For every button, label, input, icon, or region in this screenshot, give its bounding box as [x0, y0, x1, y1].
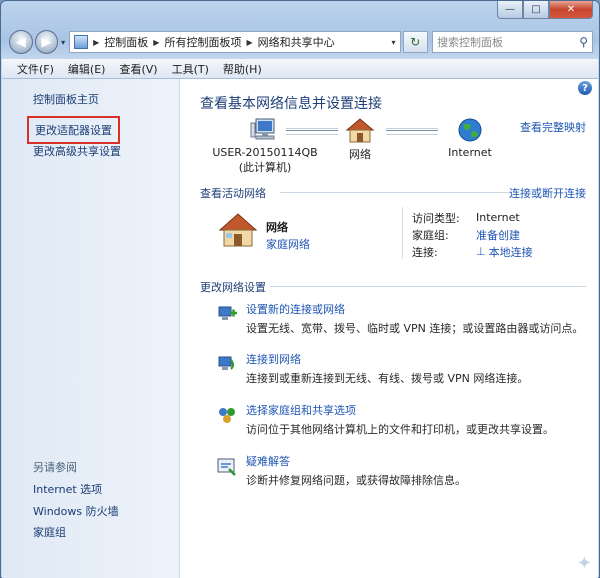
map-connector: [286, 128, 338, 135]
computer-icon: [250, 118, 275, 140]
task-description: 连接到或重新连接到无线、有线、拨号或 VPN 网络连接。: [246, 372, 529, 385]
breadcrumb-separator-icon[interactable]: ▶: [91, 38, 101, 47]
watermark-logo: ✦: [576, 553, 592, 574]
sidebar: 控制面板主页 更改适配器设置 更改高级共享设置 另请参阅 Internet 选项…: [2, 79, 180, 578]
network-properties: 访问类型: Internet 家庭组: 准备创建 连接: ⊥ 本地连接: [412, 209, 533, 260]
navigation-bar: ◀ ▶ ▾ ▶ 控制面板 ▶ 所有控制面板项 ▶ 网络和共享中心 ▾ ↻ 搜索控…: [9, 29, 593, 55]
network-label: 网络: [349, 148, 371, 161]
divider: [280, 192, 512, 193]
search-placeholder: 搜索控制面板: [437, 36, 504, 49]
map-computer[interactable]: USER-20150114QB (此计算机): [200, 117, 330, 175]
title-bar: — □ ✕: [1, 1, 599, 25]
map-internet[interactable]: Internet: [438, 117, 502, 159]
close-button[interactable]: ✕: [549, 1, 593, 19]
task-title[interactable]: 设置新的连接或网络: [246, 301, 345, 317]
change-settings-heading: 更改网络设置: [200, 281, 266, 294]
see-also-heading: 另请参阅: [33, 461, 77, 474]
help-icon[interactable]: ?: [578, 81, 592, 95]
network-type-link[interactable]: 家庭网络: [266, 236, 310, 252]
page-title: 查看基本网络信息并设置连接: [200, 96, 382, 112]
maximize-button[interactable]: □: [523, 1, 549, 19]
menu-edit[interactable]: 编辑(E): [61, 61, 113, 77]
menu-bar: 文件(F) 编辑(E) 查看(V) 工具(T) 帮助(H): [2, 59, 598, 79]
homegroup-link[interactable]: 准备创建: [476, 227, 520, 243]
search-icon[interactable]: ⚲: [579, 35, 588, 49]
access-type-value: Internet: [476, 211, 520, 224]
internet-label: Internet: [448, 146, 492, 159]
menu-file[interactable]: 文件(F): [10, 61, 61, 77]
control-panel-icon: [74, 35, 89, 49]
forward-button[interactable]: ▶: [34, 30, 59, 54]
view-full-map-link[interactable]: 查看完整映射: [520, 119, 586, 135]
menu-help[interactable]: 帮助(H): [216, 61, 269, 77]
task-description: 诊断并修复网络问题，或获得故障排除信息。: [246, 474, 466, 487]
troubleshoot-icon: [217, 458, 236, 476]
ethernet-icon: ⊥: [476, 245, 486, 258]
connect-disconnect-link[interactable]: 连接或断开连接: [509, 185, 586, 201]
house-icon: [345, 118, 375, 143]
breadcrumb-separator-icon[interactable]: ▶: [151, 38, 161, 47]
map-network[interactable]: 网络: [332, 117, 388, 162]
connect-network-icon: [218, 356, 234, 370]
home-network-icon: [218, 213, 258, 247]
sidebar-windows-firewall[interactable]: Windows 防火墙: [33, 503, 119, 519]
active-networks-heading: 查看活动网络: [200, 187, 266, 200]
menu-tools[interactable]: 工具(T): [165, 61, 216, 77]
back-button[interactable]: ◀: [9, 30, 33, 54]
sidebar-advanced-sharing-settings[interactable]: 更改高级共享设置: [33, 143, 121, 159]
access-type-label: 访问类型:: [412, 211, 460, 225]
homegroup-sharing-icon: [219, 408, 235, 423]
task-description: 访问位于其他网络计算机上的文件和打印机，或更改共享设置。: [246, 423, 554, 436]
map-connector: [386, 128, 438, 135]
search-input[interactable]: 搜索控制面板 ⚲: [432, 31, 593, 53]
sidebar-change-adapter-settings[interactable]: 更改适配器设置: [27, 116, 120, 144]
sidebar-internet-options[interactable]: Internet 选项: [33, 481, 102, 497]
divider: [270, 286, 586, 287]
sidebar-control-panel-home[interactable]: 控制面板主页: [33, 91, 99, 107]
computer-name: USER-20150114QB: [212, 146, 318, 159]
globe-icon: [458, 118, 482, 142]
minimize-button[interactable]: —: [497, 1, 523, 19]
breadcrumb-control-panel[interactable]: 控制面板: [101, 34, 151, 50]
sidebar-homegroup[interactable]: 家庭组: [33, 524, 66, 540]
breadcrumb-separator-icon[interactable]: ▶: [244, 38, 254, 47]
address-dropdown-icon[interactable]: ▾: [392, 38, 396, 47]
computer-caption: (此计算机): [238, 161, 292, 174]
content-area: 控制面板主页 更改适配器设置 更改高级共享设置 另请参阅 Internet 选项…: [2, 79, 598, 578]
active-network-name: 网络: [266, 221, 288, 234]
address-bar[interactable]: ▶ 控制面板 ▶ 所有控制面板项 ▶ 网络和共享中心 ▾: [69, 31, 401, 53]
recent-pages-dropdown[interactable]: ▾: [61, 38, 65, 47]
breadcrumb-all-items[interactable]: 所有控制面板项: [161, 34, 244, 50]
window: — □ ✕ ◀ ▶ ▾ ▶ 控制面板 ▶ 所有控制面板项 ▶ 网络和共享中心 ▾…: [0, 0, 600, 578]
task-title[interactable]: 选择家庭组和共享选项: [246, 402, 356, 418]
breadcrumb-network-center[interactable]: 网络和共享中心: [255, 34, 338, 50]
homegroup-label: 家庭组:: [412, 228, 449, 242]
task-title[interactable]: 连接到网络: [246, 351, 301, 367]
local-connection-link[interactable]: 本地连接: [489, 244, 533, 260]
vertical-divider: [402, 207, 403, 259]
main-panel: ? 查看基本网络信息并设置连接 查看完整映射 USER-20150114QB (…: [180, 79, 598, 578]
refresh-button[interactable]: ↻: [402, 31, 429, 53]
task-title[interactable]: 疑难解答: [246, 453, 290, 469]
menu-view[interactable]: 查看(V): [112, 61, 164, 77]
connection-label: 连接:: [412, 245, 438, 259]
setup-connection-icon: [218, 306, 237, 320]
task-description: 设置无线、宽带、拨号、临时或 VPN 连接；或设置路由器或访问点。: [246, 322, 584, 335]
